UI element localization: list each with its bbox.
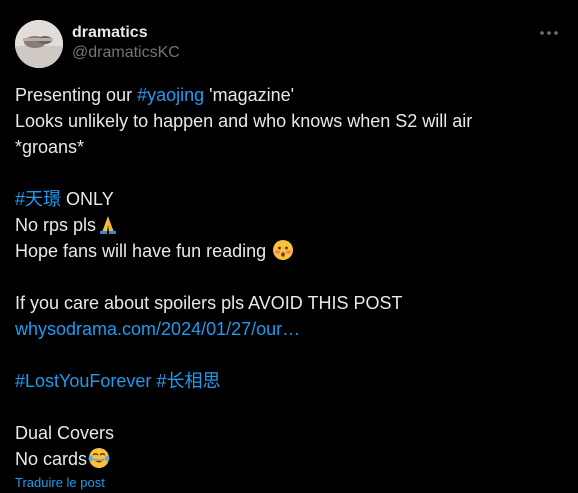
hashtag-tianjing[interactable]: #天璟	[15, 189, 61, 209]
text-line-5: No rps pls	[15, 212, 563, 238]
tweet-card: dramatics @dramaticsKC Presenting our #y…	[0, 0, 578, 493]
author-display-name[interactable]: dramatics	[72, 23, 180, 43]
folded-hands-emoji	[97, 213, 119, 235]
hashtag-lostyouforever[interactable]: #LostYouForever	[15, 371, 151, 391]
hashtag-yaojing[interactable]: #yaojing	[137, 85, 204, 105]
article-link[interactable]: whysodrama.com/2024/01/27/our…	[15, 319, 300, 339]
text-line-8: whysodrama.com/2024/01/27/our…	[15, 316, 563, 342]
text-line-3: *groans*	[15, 137, 85, 157]
text-line-9: #LostYouForever #长相思	[15, 368, 563, 394]
tweet-text: Presenting our #yaojing 'magazine' Looks…	[15, 82, 563, 472]
text-segment: 'magazine'	[204, 85, 295, 105]
flushed-face-emoji	[272, 239, 294, 261]
text-line-10: Dual Covers	[15, 423, 115, 443]
tweet-header: dramatics @dramaticsKC	[15, 20, 563, 68]
translate-post-link[interactable]: Traduire le post	[15, 475, 105, 491]
tears-of-joy-emoji	[88, 447, 110, 469]
text-segment: Hope fans will have fun reading	[15, 241, 272, 261]
text-line-4: #天璟 ONLY	[15, 186, 563, 212]
text-line-11: No cards	[15, 446, 563, 472]
text-line-6: Hope fans will have fun reading	[15, 238, 563, 264]
text-line-2: Looks unlikely to happen and who knows w…	[15, 111, 473, 131]
author-handle[interactable]: @dramaticsKC	[72, 43, 180, 63]
text-segment: Presenting our	[15, 85, 138, 105]
text-segment: No cards	[15, 449, 88, 469]
text-segment: No rps pls	[15, 215, 97, 235]
hashtag-changxiangsi[interactable]: #长相思	[156, 371, 220, 391]
text-line-1: Presenting our #yaojing 'magazine'	[15, 82, 563, 108]
text-line-7: If you care about spoilers pls AVOID THI…	[15, 293, 403, 313]
author-names: dramatics @dramaticsKC	[72, 23, 180, 63]
more-dots-icon[interactable]	[539, 26, 559, 40]
text-segment: ONLY	[61, 189, 114, 209]
avatar[interactable]	[15, 20, 63, 68]
